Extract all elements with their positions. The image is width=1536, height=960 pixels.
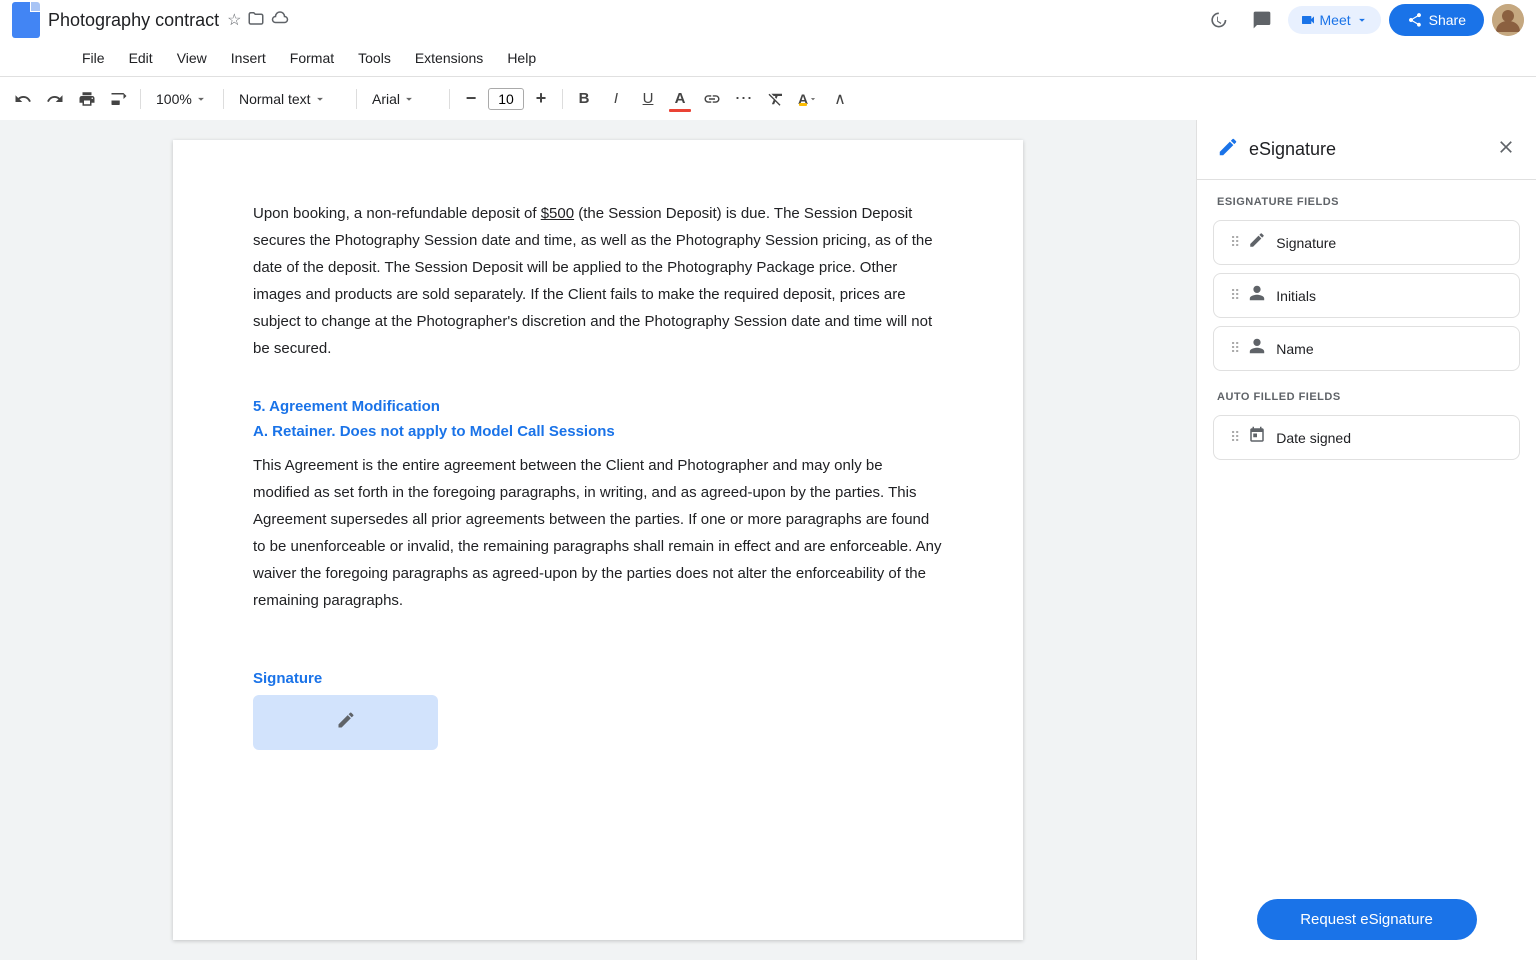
comment-icon[interactable] xyxy=(1244,2,1280,38)
zoom-selector[interactable]: 100% xyxy=(147,88,217,110)
toolbar: 100% Normal text Arial − 10 + B I U A ⋯ … xyxy=(0,76,1536,120)
menu-extensions[interactable]: Extensions xyxy=(405,46,493,70)
initials-field-item[interactable]: ⠿ Initials xyxy=(1213,273,1520,318)
panel-title: eSignature xyxy=(1249,139,1486,160)
agreement-paragraph: This Agreement is the entire agreement b… xyxy=(253,452,943,614)
drag-icon-signature: ⠿ xyxy=(1230,234,1238,251)
menu-file[interactable]: File xyxy=(72,46,115,70)
name-field-label: Name xyxy=(1276,341,1313,357)
initials-field-label: Initials xyxy=(1276,288,1316,304)
signature-label: Signature xyxy=(253,670,943,687)
collapse-toolbar-button[interactable]: ∧ xyxy=(825,84,855,114)
menu-bar: File Edit View Insert Format Tools Exten… xyxy=(0,40,1536,76)
docs-logo xyxy=(12,2,40,38)
history-icon[interactable] xyxy=(1200,2,1236,38)
signature-field-item[interactable]: ⠿ Signature xyxy=(1213,220,1520,265)
underline-button[interactable]: U xyxy=(633,84,663,114)
drag-icon-name: ⠿ xyxy=(1230,340,1238,357)
panel-close-button[interactable] xyxy=(1496,137,1516,162)
clear-formatting-button[interactable] xyxy=(761,84,791,114)
esignature-fields-title: ESIGNATURE FIELDS xyxy=(1197,180,1536,216)
panel-pencil-icon xyxy=(1217,136,1239,163)
redo-button[interactable] xyxy=(40,84,70,114)
menu-format[interactable]: Format xyxy=(280,46,344,70)
share-label: Share xyxy=(1429,12,1466,28)
font-size-increase[interactable]: + xyxy=(526,84,556,114)
top-right-actions: Meet Share xyxy=(1200,2,1524,38)
divider-3 xyxy=(356,89,357,109)
document-area: Upon booking, a non-refundable deposit o… xyxy=(0,120,1196,960)
panel-footer: Request eSignature xyxy=(1197,464,1536,960)
deposit-paragraph: Upon booking, a non-refundable deposit o… xyxy=(253,200,943,362)
name-field-item[interactable]: ⠿ Name xyxy=(1213,326,1520,371)
divider-5 xyxy=(562,89,563,109)
font-size-decrease[interactable]: − xyxy=(456,84,486,114)
date-signed-field-icon xyxy=(1248,426,1266,449)
text-color-button[interactable]: A xyxy=(665,84,695,114)
date-signed-field-label: Date signed xyxy=(1276,430,1351,446)
esignature-panel: eSignature ESIGNATURE FIELDS ⠿ Signature… xyxy=(1196,120,1536,960)
cloud-icon[interactable] xyxy=(271,9,289,32)
signature-box[interactable] xyxy=(253,695,438,750)
text-style-selector[interactable]: Normal text xyxy=(230,88,350,110)
folder-icon[interactable] xyxy=(247,9,265,32)
date-signed-field-item[interactable]: ⠿ Date signed xyxy=(1213,415,1520,460)
bold-button[interactable]: B xyxy=(569,84,599,114)
text-color-icon: A xyxy=(675,90,686,107)
agreement-modification-heading: 5. Agreement Modification xyxy=(253,398,943,415)
title-action-icons: ☆ xyxy=(227,9,289,32)
document-page: Upon booking, a non-refundable deposit o… xyxy=(173,140,1023,940)
share-button[interactable]: Share xyxy=(1389,4,1484,36)
document-title: Photography contract xyxy=(48,10,219,31)
name-field-icon xyxy=(1248,337,1266,360)
undo-button[interactable] xyxy=(8,84,38,114)
panel-header: eSignature xyxy=(1197,120,1536,180)
star-icon[interactable]: ☆ xyxy=(227,10,241,30)
spacer-3 xyxy=(253,650,943,670)
drag-icon-initials: ⠿ xyxy=(1230,287,1238,304)
meet-label: Meet xyxy=(1320,12,1351,28)
meet-button[interactable]: Meet xyxy=(1288,6,1381,34)
divider-1 xyxy=(140,89,141,109)
signature-field-icon xyxy=(1248,231,1266,254)
menu-view[interactable]: View xyxy=(167,46,217,70)
signature-pen-icon xyxy=(336,710,356,735)
divider-2 xyxy=(223,89,224,109)
spacer-1 xyxy=(253,378,943,398)
request-esignature-button[interactable]: Request eSignature xyxy=(1257,899,1477,940)
menu-help[interactable]: Help xyxy=(497,46,546,70)
link-button[interactable] xyxy=(697,84,727,114)
user-avatar[interactable] xyxy=(1492,4,1524,36)
paint-format-button[interactable] xyxy=(104,84,134,114)
text-color-bar xyxy=(669,109,691,112)
main-area: Upon booking, a non-refundable deposit o… xyxy=(0,120,1536,960)
title-bar: Photography contract ☆ Meet Share xyxy=(0,0,1536,40)
print-button[interactable] xyxy=(72,84,102,114)
retainer-subheading: A. Retainer. Does not apply to Model Cal… xyxy=(253,423,943,440)
font-size-area: − 10 + xyxy=(456,84,556,114)
menu-insert[interactable]: Insert xyxy=(221,46,276,70)
font-family-selector[interactable]: Arial xyxy=(363,88,443,110)
highlight-button[interactable]: A xyxy=(793,84,823,114)
font-size-input[interactable]: 10 xyxy=(488,88,524,110)
spacer-2 xyxy=(253,630,943,650)
drag-icon-date: ⠿ xyxy=(1230,429,1238,446)
menu-edit[interactable]: Edit xyxy=(119,46,163,70)
auto-filled-fields-title: AUTO FILLED FIELDS xyxy=(1197,375,1536,411)
more-options-button[interactable]: ⋯ xyxy=(729,84,759,114)
initials-field-icon xyxy=(1248,284,1266,307)
italic-button[interactable]: I xyxy=(601,84,631,114)
signature-field-label: Signature xyxy=(1276,235,1336,251)
menu-tools[interactable]: Tools xyxy=(348,46,401,70)
divider-4 xyxy=(449,89,450,109)
